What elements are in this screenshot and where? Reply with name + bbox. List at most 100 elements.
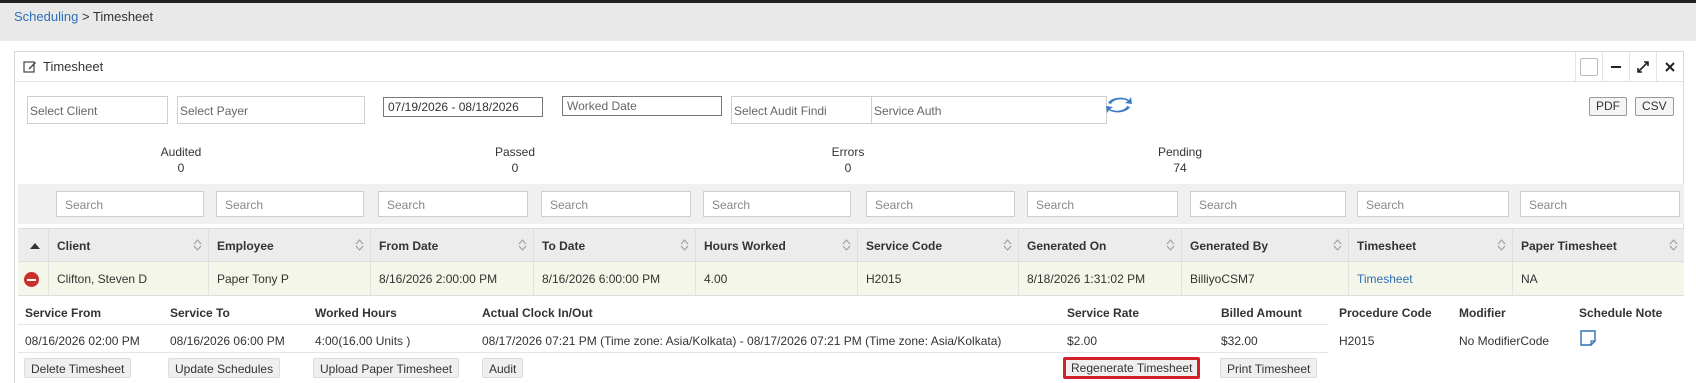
search-generated-by[interactable]: Search <box>1190 191 1346 217</box>
column-header-client[interactable]: Client <box>48 229 208 263</box>
stat-audited: Audited 0 <box>101 144 261 176</box>
detail-header-modifier: Modifier <box>1459 306 1506 320</box>
upload-paper-timesheet-button[interactable]: Upload Paper Timesheet <box>313 358 460 378</box>
collapse-row-button[interactable] <box>18 262 48 296</box>
stat-errors: Errors 0 <box>768 144 928 176</box>
header-label: Timesheet <box>1357 239 1417 253</box>
stat-label: Passed <box>494 145 536 159</box>
stat-passed: Passed 0 <box>435 144 595 176</box>
cell-service-code: H2015 <box>857 262 1018 296</box>
search-employee[interactable]: Search <box>216 191 364 217</box>
header-label: Employee <box>217 239 274 253</box>
worked-date-input[interactable]: Worked Date <box>562 96 722 116</box>
sort-icon <box>1166 239 1175 251</box>
square-icon <box>1580 58 1598 76</box>
maximize-button[interactable] <box>1629 52 1656 82</box>
detail-service-from: 08/16/2026 02:00 PM <box>25 334 140 348</box>
stat-value: 74 <box>1173 161 1187 175</box>
detail-procedure-code: H2015 <box>1339 334 1375 348</box>
stat-value: 0 <box>511 161 519 175</box>
checkbox-toggle[interactable] <box>1575 52 1602 82</box>
sort-icon <box>1669 239 1678 251</box>
column-header-employee[interactable]: Employee <box>208 229 370 263</box>
detail-header-procedure-code: Procedure Code <box>1339 306 1432 320</box>
expand-col-header[interactable] <box>18 229 48 263</box>
timesheet-link[interactable]: Timesheet <box>1357 272 1413 286</box>
audit-findings-select[interactable]: Select Audit Findi <box>731 96 873 124</box>
sort-icon <box>1333 239 1342 251</box>
detail-header-schedule-note: Schedule Note <box>1579 306 1663 320</box>
cell-paper-timesheet: NA <box>1512 262 1684 296</box>
stat-pending: Pending 74 <box>1100 144 1260 176</box>
panel-header: Timesheet <box>15 52 1683 82</box>
stat-label: Errors <box>831 145 865 159</box>
detail-header-service-to: Service To <box>170 306 230 320</box>
refresh-icon[interactable] <box>1104 94 1134 116</box>
sort-icon <box>1497 239 1506 251</box>
cell-hours-worked: 4.00 <box>695 262 857 296</box>
table-row: Clifton, Steven D Paper Tony P 8/16/2026… <box>18 262 1684 296</box>
delete-timesheet-button[interactable]: Delete Timesheet <box>24 358 132 378</box>
cell-employee: Paper Tony P <box>208 262 370 296</box>
update-schedules-button[interactable]: Update Schedules <box>168 358 281 378</box>
search-paper-timesheet[interactable]: Search <box>1520 191 1680 217</box>
search-from-date[interactable]: Search <box>378 191 528 217</box>
cell-generated-by: BilliyoCSM7 <box>1181 262 1348 296</box>
header-label: From Date <box>379 239 439 253</box>
column-header-timesheet[interactable]: Timesheet <box>1348 229 1512 263</box>
header-label: Generated By <box>1190 239 1269 253</box>
cell-timesheet: Timesheet <box>1348 262 1512 296</box>
header-label: Generated On <box>1027 239 1107 253</box>
detail-worked-hours: 4:00(16.00 Units ) <box>315 334 411 348</box>
stat-value: 0 <box>844 161 852 175</box>
cell-to-date: 8/16/2026 6:00:00 PM <box>533 262 695 296</box>
service-auth-select[interactable]: Service Auth <box>871 96 1107 124</box>
search-to-date[interactable]: Search <box>541 191 691 217</box>
close-button[interactable] <box>1656 52 1683 82</box>
client-select[interactable]: Select Client <box>27 96 168 124</box>
minimize-icon <box>1611 66 1621 68</box>
sort-up-icon <box>30 243 40 249</box>
stat-label: Audited <box>160 145 202 159</box>
column-header-hours-worked[interactable]: Hours Worked <box>695 229 857 263</box>
schedule-note-icon[interactable] <box>1580 330 1596 346</box>
column-header-from-date[interactable]: From Date <box>370 229 533 263</box>
cell-generated-on: 8/18/2026 1:31:02 PM <box>1018 262 1181 296</box>
csv-button[interactable]: CSV <box>1635 97 1674 116</box>
minimize-button[interactable] <box>1602 52 1629 82</box>
search-service-code[interactable]: Search <box>866 191 1015 217</box>
grid-header: Client Employee From Date To Date Hours … <box>18 228 1684 263</box>
pdf-button[interactable]: PDF <box>1589 97 1627 116</box>
column-header-generated-by[interactable]: Generated By <box>1181 229 1348 263</box>
header-label: To Date <box>542 239 586 253</box>
date-range-input[interactable]: 07/19/2026 - 08/18/2026 <box>383 97 543 117</box>
detail-modifier: No ModifierCode <box>1459 334 1550 348</box>
breadcrumb: Scheduling > Timesheet <box>14 9 153 24</box>
column-header-paper-timesheet[interactable]: Paper Timesheet <box>1512 229 1684 263</box>
edit-icon <box>23 60 36 73</box>
regenerate-timesheet-button[interactable]: Regenerate Timesheet <box>1063 357 1201 379</box>
payer-select[interactable]: Select Payer <box>177 96 365 124</box>
search-timesheet[interactable]: Search <box>1357 191 1509 217</box>
column-header-to-date[interactable]: To Date <box>533 229 695 263</box>
cell-client: Clifton, Steven D <box>48 262 208 296</box>
page-header: Scheduling > Timesheet <box>0 3 1696 41</box>
search-generated-on[interactable]: Search <box>1027 191 1178 217</box>
search-hours-worked[interactable]: Search <box>703 191 851 217</box>
header-label: Client <box>57 239 91 253</box>
audit-button[interactable]: Audit <box>482 358 524 378</box>
detail-header-worked-hours: Worked Hours <box>315 306 397 320</box>
header-label: Service Code <box>866 239 943 253</box>
sort-icon <box>1003 239 1012 251</box>
breadcrumb-scheduling-link[interactable]: Scheduling <box>14 9 78 24</box>
sort-icon <box>842 239 851 251</box>
detail-billed-amount: $32.00 <box>1221 334 1258 348</box>
stat-label: Pending <box>1157 145 1203 159</box>
row-detail: Service From Service To Worked Hours Act… <box>18 296 1684 383</box>
detail-header-clock: Actual Clock In/Out <box>482 306 593 320</box>
panel-title: Timesheet <box>23 59 103 74</box>
search-client[interactable]: Search <box>56 191 204 217</box>
print-timesheet-button[interactable]: Print Timesheet <box>1220 358 1318 378</box>
column-header-service-code[interactable]: Service Code <box>857 229 1018 263</box>
column-header-generated-on[interactable]: Generated On <box>1018 229 1181 263</box>
